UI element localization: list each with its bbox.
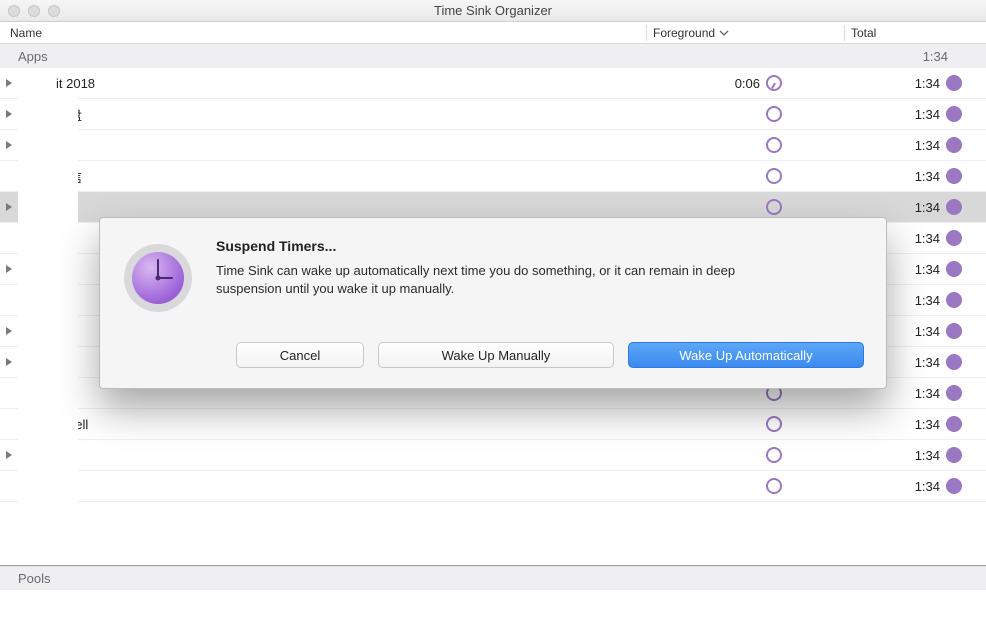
total-indicator-icon	[946, 75, 966, 91]
foreground-time: 0:06	[701, 76, 766, 91]
total-time: 1:34	[886, 324, 946, 339]
column-foreground[interactable]: Foreground	[653, 26, 838, 40]
table-row[interactable]: 微信 1:34	[0, 161, 986, 192]
column-headers: Name Foreground Total	[0, 22, 986, 44]
suspend-dialog: Suspend Timers... Time Sink can wake up …	[99, 217, 887, 389]
group-apps-label: Apps	[18, 49, 48, 64]
total-time: 1:34	[886, 262, 946, 277]
total-time: 1:34	[886, 138, 946, 153]
disclosure-triangle-icon[interactable]	[0, 78, 18, 88]
group-apps: Apps 1:34	[0, 44, 986, 68]
dialog-title: Suspend Timers...	[216, 238, 796, 254]
disclosure-triangle-icon[interactable]	[0, 357, 18, 367]
total-indicator-icon	[946, 323, 966, 339]
total-time: 1:34	[886, 293, 946, 308]
group-apps-total: 1:34	[923, 49, 948, 64]
column-foreground-label: Foreground	[653, 26, 715, 40]
app-name: 微信	[56, 167, 701, 186]
table-row[interactable]: file 1:34	[0, 440, 986, 471]
total-time: 1:34	[886, 479, 946, 494]
column-separator	[646, 25, 647, 41]
column-separator	[844, 25, 845, 41]
wake-automatically-button[interactable]: Wake Up Automatically	[628, 342, 864, 368]
disclosure-triangle-icon[interactable]	[0, 450, 18, 460]
total-time: 1:34	[886, 355, 946, 370]
total-indicator-icon	[946, 447, 966, 463]
foreground-indicator-icon	[766, 75, 786, 91]
window-title: Time Sink Organizer	[0, 3, 986, 18]
disclosure-triangle-icon[interactable]	[0, 326, 18, 336]
total-time: 1:34	[886, 417, 946, 432]
total-indicator-icon	[946, 168, 966, 184]
obscured-region	[18, 92, 78, 528]
wake-manually-button[interactable]: Wake Up Manually	[378, 342, 614, 368]
app-name: file	[56, 448, 701, 463]
total-indicator-icon	[946, 478, 966, 494]
total-indicator-icon	[946, 261, 966, 277]
total-time: 1:34	[886, 169, 946, 184]
total-indicator-icon	[946, 106, 966, 122]
total-time: 1:34	[886, 448, 946, 463]
foreground-indicator-icon	[766, 478, 786, 494]
cancel-button[interactable]: Cancel	[236, 342, 364, 368]
total-indicator-icon	[946, 137, 966, 153]
disclosure-triangle-icon[interactable]	[0, 109, 18, 119]
table-row[interactable]: 乐 1:34	[0, 471, 986, 502]
app-name: 网盘	[56, 105, 701, 124]
total-indicator-icon	[946, 199, 966, 215]
chevron-down-icon	[719, 30, 729, 36]
total-indicator-icon	[946, 354, 966, 370]
total-time: 1:34	[886, 386, 946, 401]
foreground-indicator-icon	[766, 199, 786, 215]
total-time: 1:34	[886, 231, 946, 246]
titlebar: Time Sink Organizer	[0, 0, 986, 22]
total-indicator-icon	[946, 416, 966, 432]
disclosure-triangle-icon[interactable]	[0, 264, 18, 274]
total-indicator-icon	[946, 385, 966, 401]
foreground-indicator-icon	[766, 168, 786, 184]
foreground-indicator-icon	[766, 137, 786, 153]
total-indicator-icon	[946, 230, 966, 246]
disclosure-triangle-icon[interactable]	[0, 140, 18, 150]
total-time: 1:34	[886, 200, 946, 215]
table-row[interactable]: it 20180:06 1:34	[0, 68, 986, 99]
total-time: 1:34	[886, 76, 946, 91]
app-name: it 2018	[56, 76, 701, 91]
foreground-indicator-icon	[766, 447, 786, 463]
app-icon	[122, 242, 194, 314]
table-row[interactable]: eWell 1:34	[0, 409, 986, 440]
total-indicator-icon	[946, 292, 966, 308]
foreground-indicator-icon	[766, 416, 786, 432]
table-row[interactable]: 1:34	[0, 130, 986, 161]
group-pools-label: Pools	[18, 571, 51, 586]
total-time: 1:34	[886, 107, 946, 122]
app-name: 乐	[56, 477, 701, 496]
dialog-body: Time Sink can wake up automatically next…	[216, 262, 796, 298]
table-row[interactable]: 网盘 1:34	[0, 99, 986, 130]
disclosure-triangle-icon[interactable]	[0, 202, 18, 212]
column-total[interactable]: Total	[851, 26, 966, 40]
foreground-indicator-icon	[766, 106, 786, 122]
group-pools: Pools	[0, 566, 986, 590]
column-name[interactable]: Name	[10, 26, 640, 40]
app-name: eWell	[56, 417, 701, 432]
